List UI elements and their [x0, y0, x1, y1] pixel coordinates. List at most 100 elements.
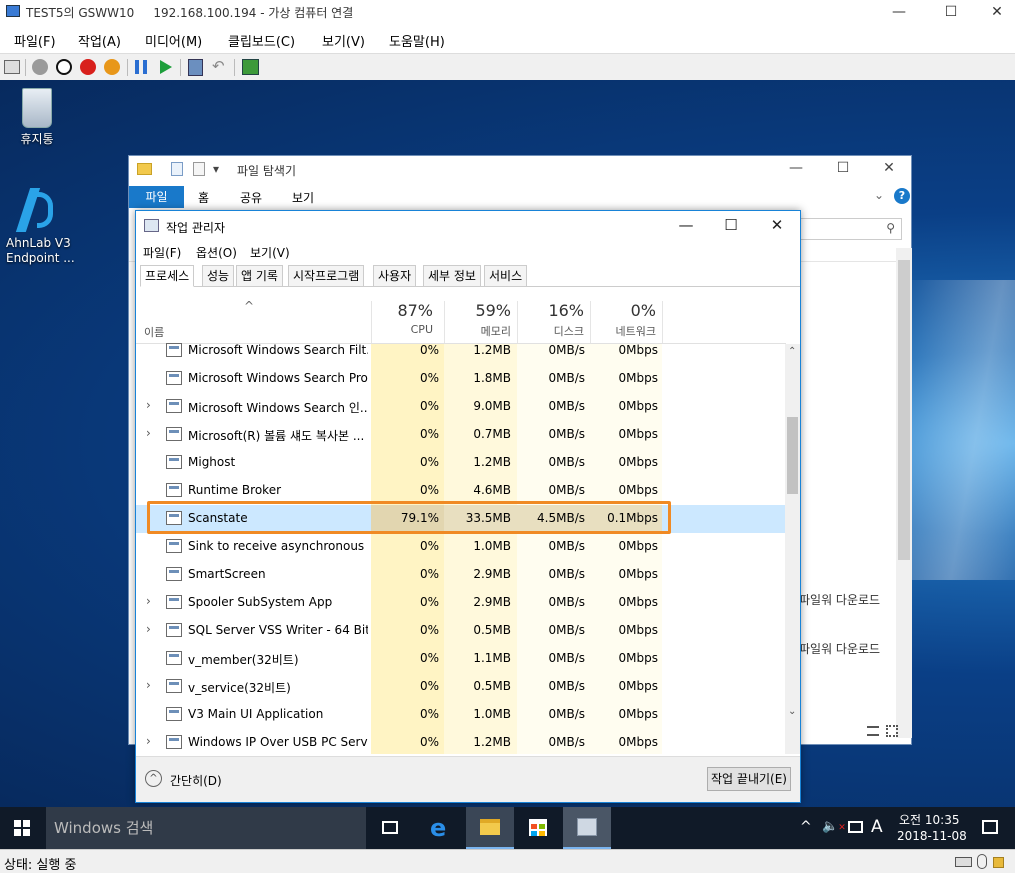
ime-indicator[interactable]: A [871, 817, 883, 837]
fewer-details-link[interactable]: 간단히(D) [170, 772, 222, 789]
process-row[interactable]: Runtime Broker 0% 4.6MB 0MB/s 0Mbps [136, 477, 786, 505]
process-row[interactable]: v_member(32비트) 0% 1.1MB 0MB/s 0Mbps [136, 645, 786, 673]
clock-time[interactable]: 오전 10:35 [899, 811, 959, 828]
process-network: 0Mbps [618, 343, 658, 357]
vm-menu-action[interactable]: 작업(A) [78, 31, 121, 50]
task-view-button[interactable] [366, 807, 414, 849]
explorer-search-box[interactable]: ⚲ [799, 218, 902, 240]
tm-menu-file[interactable]: 파일(F) [143, 244, 181, 261]
vm-menu-view[interactable]: 보기(V) [322, 31, 365, 50]
explorer-tab-share[interactable]: 공유 [240, 189, 262, 206]
tm-minimize-button[interactable]: — [666, 216, 706, 234]
edge-button[interactable]: e [416, 807, 464, 849]
explorer-scrollbar[interactable] [896, 248, 912, 738]
tab-processes[interactable]: 프로세스 [140, 265, 195, 287]
shutdown-icon[interactable] [80, 59, 96, 75]
explorer-tab-file[interactable]: 파일 [129, 186, 184, 208]
pause-icon[interactable] [135, 60, 147, 74]
speaker-muted-icon[interactable]: 🔈✕ [822, 819, 846, 834]
process-icon [166, 651, 182, 665]
enhanced-session-icon[interactable] [242, 59, 259, 75]
quick-access-dropdown[interactable]: ▾ [213, 162, 219, 176]
vm-menu-help[interactable]: 도움말(H) [389, 31, 445, 50]
expand-chevron-icon[interactable]: › [146, 398, 151, 412]
taskbar-search-box[interactable]: Windows 검색 [46, 807, 366, 849]
windows-start-icon[interactable] [14, 820, 30, 836]
vm-close-button[interactable]: ✕ [974, 0, 1015, 24]
process-row[interactable]: Mighost 0% 1.2MB 0MB/s 0Mbps [136, 449, 786, 477]
fewer-details-icon[interactable]: ^ [145, 770, 162, 787]
vm-menu-clipboard[interactable]: 클립보드(C) [228, 31, 295, 50]
properties-icon[interactable] [171, 162, 183, 176]
process-row[interactable]: Sink to receive asynchronous c... 0% 1.0MB… [136, 533, 786, 561]
tab-app-history[interactable]: 앱 기록 [236, 265, 283, 286]
vm-menu-media[interactable]: 미디어(M) [145, 31, 202, 50]
resume-icon[interactable] [160, 60, 172, 74]
process-row[interactable]: › v_service(32비트) 0% 0.5MB 0MB/s 0Mbps [136, 673, 786, 701]
checkpoint-icon[interactable] [188, 59, 203, 76]
process-row[interactable]: V3 Main UI Application 0% 1.0MB 0MB/s 0Mbps [136, 701, 786, 729]
expand-chevron-icon[interactable]: › [146, 678, 151, 692]
clock-date[interactable]: 2018-11-08 [897, 829, 967, 843]
scrollbar-thumb[interactable] [787, 417, 798, 494]
expand-chevron-icon[interactable]: › [146, 734, 151, 748]
turn-off-icon[interactable] [56, 59, 72, 75]
new-folder-icon[interactable] [193, 162, 205, 176]
scroll-up-arrow-icon[interactable]: ⌃ [788, 346, 796, 357]
file-explorer-taskbar-button[interactable] [466, 807, 514, 849]
process-row[interactable]: › Spooler SubSystem App 0% 2.9MB 0MB/s 0Mbps [136, 589, 786, 617]
process-list-scrollbar[interactable]: ⌃ ⌄ [785, 344, 800, 754]
sort-arrow-icon[interactable]: ^ [244, 299, 254, 313]
explorer-close-button[interactable]: ✕ [874, 160, 904, 176]
start-icon[interactable] [32, 59, 48, 75]
process-network: 0Mbps [618, 707, 658, 721]
process-row[interactable]: Microsoft Windows Search Pro... 0% 1.8MB 0M… [136, 365, 786, 393]
process-row[interactable]: › Windows IP Over USB PC Servi... 0% 1.2MB 0… [136, 729, 786, 754]
tm-close-button[interactable]: ✕ [757, 216, 797, 234]
desktop-icon-recycle-bin[interactable]: 휴지통 [2, 88, 72, 147]
ctrl-alt-del-icon[interactable] [4, 60, 20, 74]
tab-details[interactable]: 세부 정보 [423, 265, 481, 286]
process-row[interactable]: › Microsoft Windows Search 인... 0% 9.0MB 0MB… [136, 393, 786, 421]
power-icon[interactable] [104, 59, 120, 75]
vm-menu-file[interactable]: 파일(F) [14, 31, 56, 50]
tab-services[interactable]: 서비스 [484, 265, 528, 286]
process-row[interactable]: Scanstate 79.1% 33.5MB 4.5MB/s 0.1Mbps [136, 505, 786, 533]
show-hidden-icons-chevron-icon[interactable]: ^ [800, 819, 812, 835]
network-icon[interactable] [848, 821, 863, 833]
vm-maximize-button[interactable]: ☐ [928, 0, 974, 24]
expand-chevron-icon[interactable]: › [146, 426, 151, 440]
scrollbar-thumb[interactable] [898, 260, 910, 560]
tm-maximize-button[interactable]: ☐ [711, 216, 751, 234]
process-name: Sink to receive asynchronous c... [188, 539, 368, 553]
process-row[interactable]: › Microsoft(R) 볼륨 섀도 복사본 ... 0% 0.7MB 0MB/s 0… [136, 421, 786, 449]
explorer-maximize-button[interactable]: ☐ [828, 160, 858, 176]
tm-menu-options[interactable]: 옵션(O) [196, 244, 237, 261]
tab-users[interactable]: 사용자 [373, 265, 417, 286]
help-icon[interactable]: ? [894, 188, 910, 204]
expand-chevron-icon[interactable]: › [146, 594, 151, 608]
expand-chevron-icon[interactable]: › [146, 622, 151, 636]
desktop-icon-ahnlab[interactable]: AhnLab V3 Endpoint ... [2, 188, 75, 266]
process-disk: 0MB/s [548, 343, 585, 357]
scroll-down-arrow-icon[interactable]: ⌄ [788, 706, 796, 717]
process-row[interactable]: › SQL Server VSS Writer - 64 Bit 0% 0.5MB 0M… [136, 617, 786, 645]
explorer-tab-view[interactable]: 보기 [292, 189, 314, 206]
revert-icon[interactable]: ↶ [212, 57, 225, 75]
tab-performance[interactable]: 성능 [202, 265, 235, 286]
process-cpu: 0% [419, 595, 439, 609]
tab-startup[interactable]: 시작프로그램 [288, 265, 365, 286]
store-button[interactable] [514, 807, 562, 849]
action-center-icon[interactable] [982, 820, 998, 834]
details-view-icon[interactable] [867, 726, 879, 736]
vm-minimize-button[interactable]: — [876, 0, 922, 24]
process-row[interactable]: SmartScreen 0% 2.9MB 0MB/s 0Mbps [136, 561, 786, 589]
large-icons-view-icon[interactable] [886, 725, 898, 737]
explorer-minimize-button[interactable]: — [781, 160, 811, 176]
explorer-tab-home[interactable]: 홈 [198, 189, 209, 206]
process-row[interactable]: Microsoft Windows Search Filt... 0% 1.2MB 0… [136, 337, 786, 365]
task-manager-taskbar-button[interactable] [563, 807, 611, 849]
chevron-down-icon[interactable]: ⌄ [874, 188, 884, 202]
end-task-button[interactable]: 작업 끝내기(E) [707, 767, 791, 791]
tm-menu-view[interactable]: 보기(V) [250, 244, 290, 261]
